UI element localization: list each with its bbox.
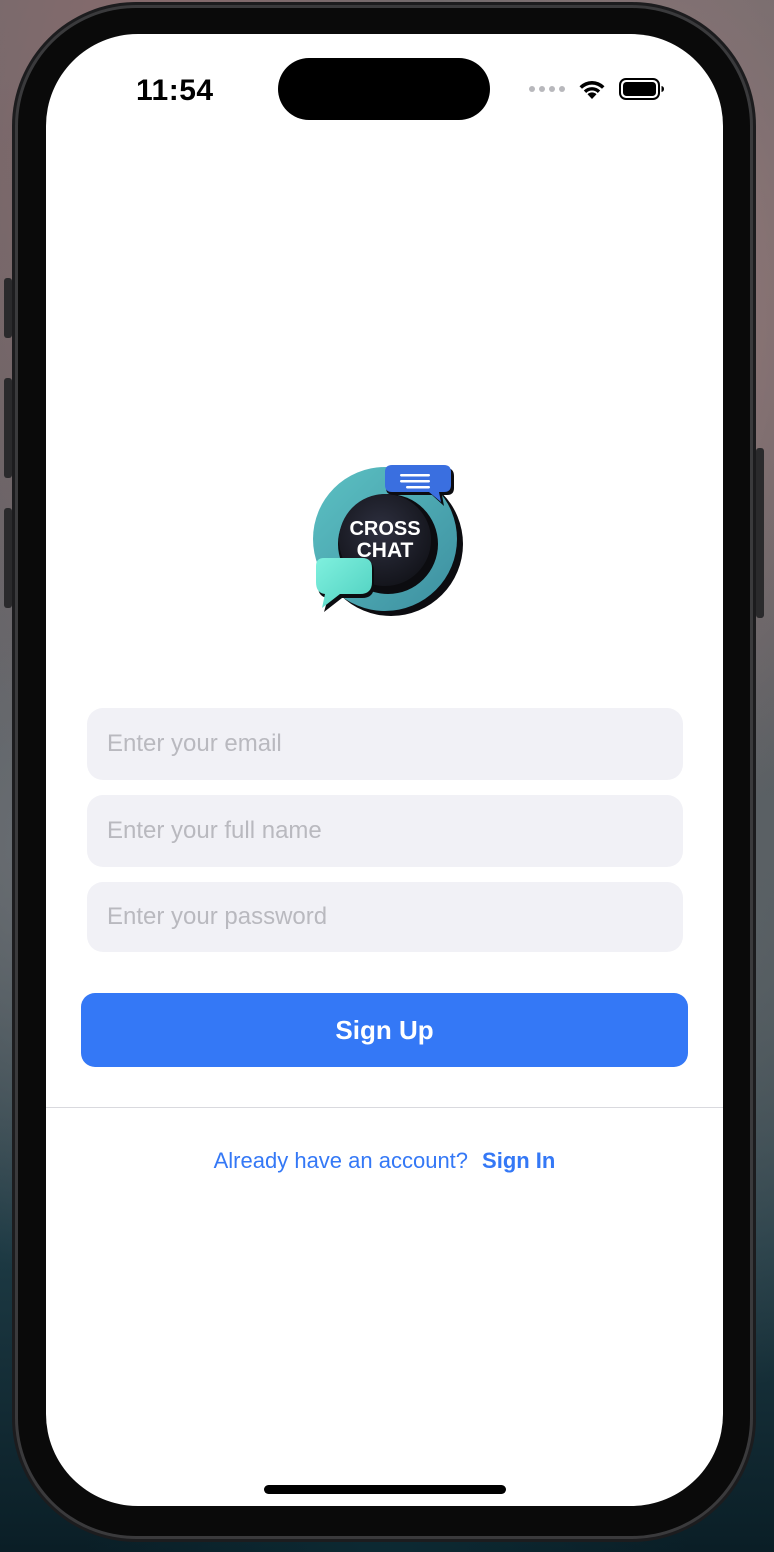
power-button: [756, 448, 764, 618]
divider: [46, 1107, 723, 1108]
full-name-field[interactable]: [87, 795, 683, 867]
sign-in-prompt-text: Already have an account?: [213, 1148, 469, 1173]
screen: 11:54 CROSS CHAT Enter your email Enter …: [46, 34, 723, 1506]
cellular-signal-icon: [529, 86, 565, 92]
password-field[interactable]: [87, 882, 683, 952]
app-logo: CROSS CHAT: [313, 465, 463, 616]
status-icons: [529, 78, 665, 100]
battery-icon: [619, 78, 664, 100]
wifi-icon: [579, 80, 605, 99]
email-field[interactable]: [87, 708, 683, 780]
status-time: 11:54: [136, 74, 214, 107]
home-indicator[interactable]: [264, 1485, 506, 1494]
sign-up-button[interactable]: Sign Up: [81, 993, 688, 1067]
volume-up-button: [4, 378, 12, 478]
action-button: [4, 278, 12, 338]
volume-down-button: [4, 508, 12, 608]
dynamic-island: [278, 58, 490, 120]
logo-text-line1: CROSS: [349, 518, 420, 540]
sign-in-link[interactable]: Sign In: [482, 1148, 555, 1173]
sign-in-prompt-row: Already have an account? Sign In: [46, 1148, 723, 1174]
